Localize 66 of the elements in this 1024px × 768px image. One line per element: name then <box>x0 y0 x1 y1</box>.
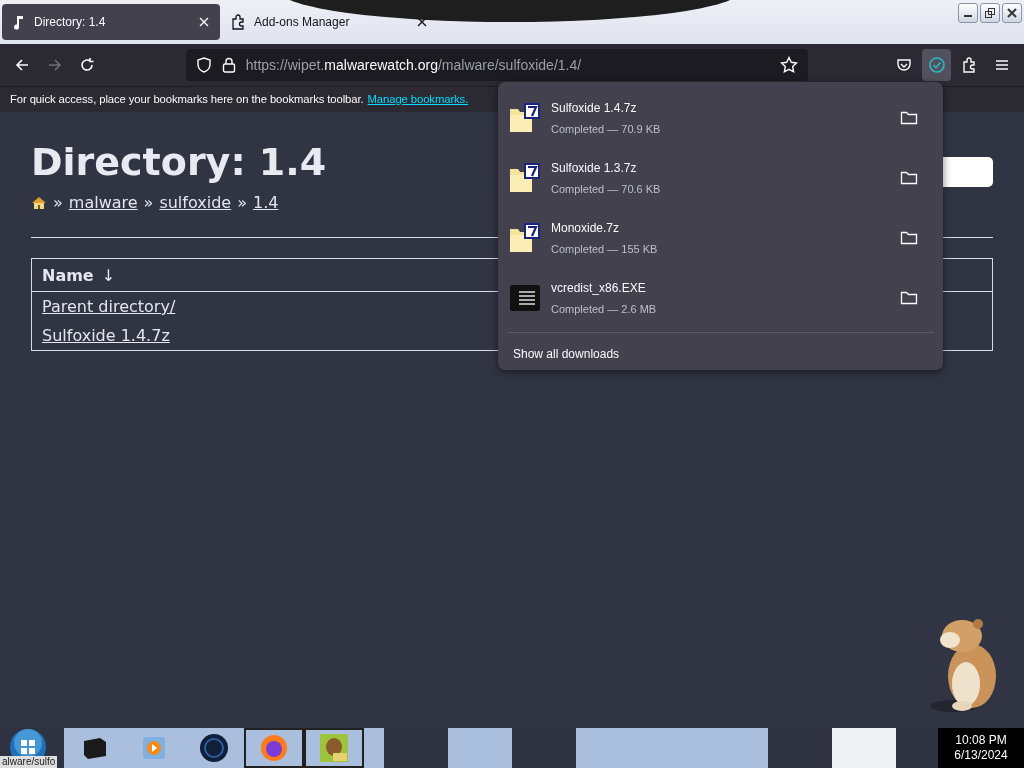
archive-file-icon <box>509 223 541 253</box>
sort-indicator[interactable]: ↓ <box>101 264 116 288</box>
clock-date: 6/13/2024 <box>953 748 1009 763</box>
clock-time: 10:08 PM <box>954 733 1008 748</box>
address-bar[interactable]: https://wipet.malwarewatch.org/malware/sulfoxide/1.4/ <box>185 49 808 81</box>
windows-logo-icon <box>9 728 47 756</box>
minimize-icon <box>964 15 972 17</box>
music-icon <box>12 14 26 30</box>
archive-file-icon <box>509 163 541 193</box>
breadcrumb-separator: » <box>143 192 154 214</box>
download-item[interactable]: Sulfoxide 1.3.7z Completed — 70.6 KB <box>505 148 936 208</box>
browser-tab[interactable]: Add-ons Manager <box>220 4 438 40</box>
restore-button[interactable] <box>980 3 1000 23</box>
close-button[interactable] <box>1002 3 1022 23</box>
lock-icon <box>221 57 236 73</box>
breadcrumb-separator: » <box>237 192 247 214</box>
file-link[interactable]: Parent directory/ <box>42 297 176 316</box>
pocket-icon <box>896 57 912 73</box>
back-arrow-icon <box>14 57 31 73</box>
file-name: Sulfoxide 1.3.7z <box>551 159 638 177</box>
file-link[interactable]: Sulfoxide 1.4.7z <box>42 326 170 345</box>
file-name: vcredist_x86.EXE <box>551 279 647 297</box>
download-status: Completed — 70.6 KB <box>551 181 662 197</box>
folder-icon[interactable] <box>900 230 918 246</box>
download-status: Completed — 155 KB <box>551 241 659 257</box>
puzzle-icon <box>961 57 978 73</box>
name-column-header[interactable]: Name <box>42 264 94 288</box>
folder-icon[interactable] <box>900 110 918 126</box>
breadcrumb-link[interactable]: sulfoxide <box>159 191 232 215</box>
download-item[interactable]: Sulfoxide 1.4.7z Completed — 70.9 KB <box>505 88 936 148</box>
executable-file-icon <box>509 284 541 312</box>
browser-tab[interactable]: Directory: 1.4 <box>2 4 220 40</box>
breadcrumb-link[interactable]: malware <box>68 191 138 215</box>
breadcrumb-separator: » <box>53 192 63 214</box>
download-status: Completed — 2.6 MB <box>551 301 658 317</box>
star-icon[interactable] <box>779 56 798 74</box>
download-item[interactable]: vcredist_x86.EXE Completed — 2.6 MB <box>505 268 936 328</box>
firefox-icon[interactable] <box>244 728 304 768</box>
folder-icon[interactable] <box>900 170 918 186</box>
minimize-button[interactable] <box>958 3 978 23</box>
page-heading: Directory: 1.4 <box>31 140 327 186</box>
restore-icon <box>984 7 996 19</box>
game-icon[interactable] <box>304 728 364 768</box>
download-item[interactable]: Monoxide.7z Completed — 155 KB <box>505 208 936 268</box>
forward-arrow-icon <box>46 57 63 73</box>
downloads-button[interactable] <box>922 49 951 81</box>
close-icon <box>1006 7 1018 19</box>
check-circle-icon <box>927 56 946 74</box>
bookmarks-hint: For quick access, place your bookmarks here on the bookmarks toolbar. <box>10 92 364 108</box>
shield-icon <box>195 57 212 73</box>
download-status: Completed — 70.9 KB <box>551 121 662 137</box>
clock[interactable]: 10:08 PM 6/13/2024 <box>938 728 1024 768</box>
breadcrumb-link[interactable]: 1.4 <box>252 191 279 215</box>
file-name: Sulfoxide 1.4.7z <box>551 99 638 117</box>
close-icon[interactable] <box>416 16 428 28</box>
menu-icon <box>993 57 1010 73</box>
reload-icon <box>79 57 96 73</box>
file-name: Monoxide.7z <box>551 219 621 237</box>
url-text: https://wipet.malwarewatch.org/malware/sulfoxide/1.4/ <box>245 55 583 75</box>
status-url: alware/sulfo <box>0 756 58 768</box>
manage-bookmarks-link[interactable]: Manage bookmarks. <box>367 91 469 108</box>
archive-file-icon <box>509 103 541 133</box>
folder-icon[interactable] <box>900 290 918 306</box>
home-icon[interactable] <box>31 196 47 210</box>
puzzle-icon <box>230 14 246 30</box>
show-all-downloads-button[interactable]: Show all downloads <box>505 341 628 367</box>
